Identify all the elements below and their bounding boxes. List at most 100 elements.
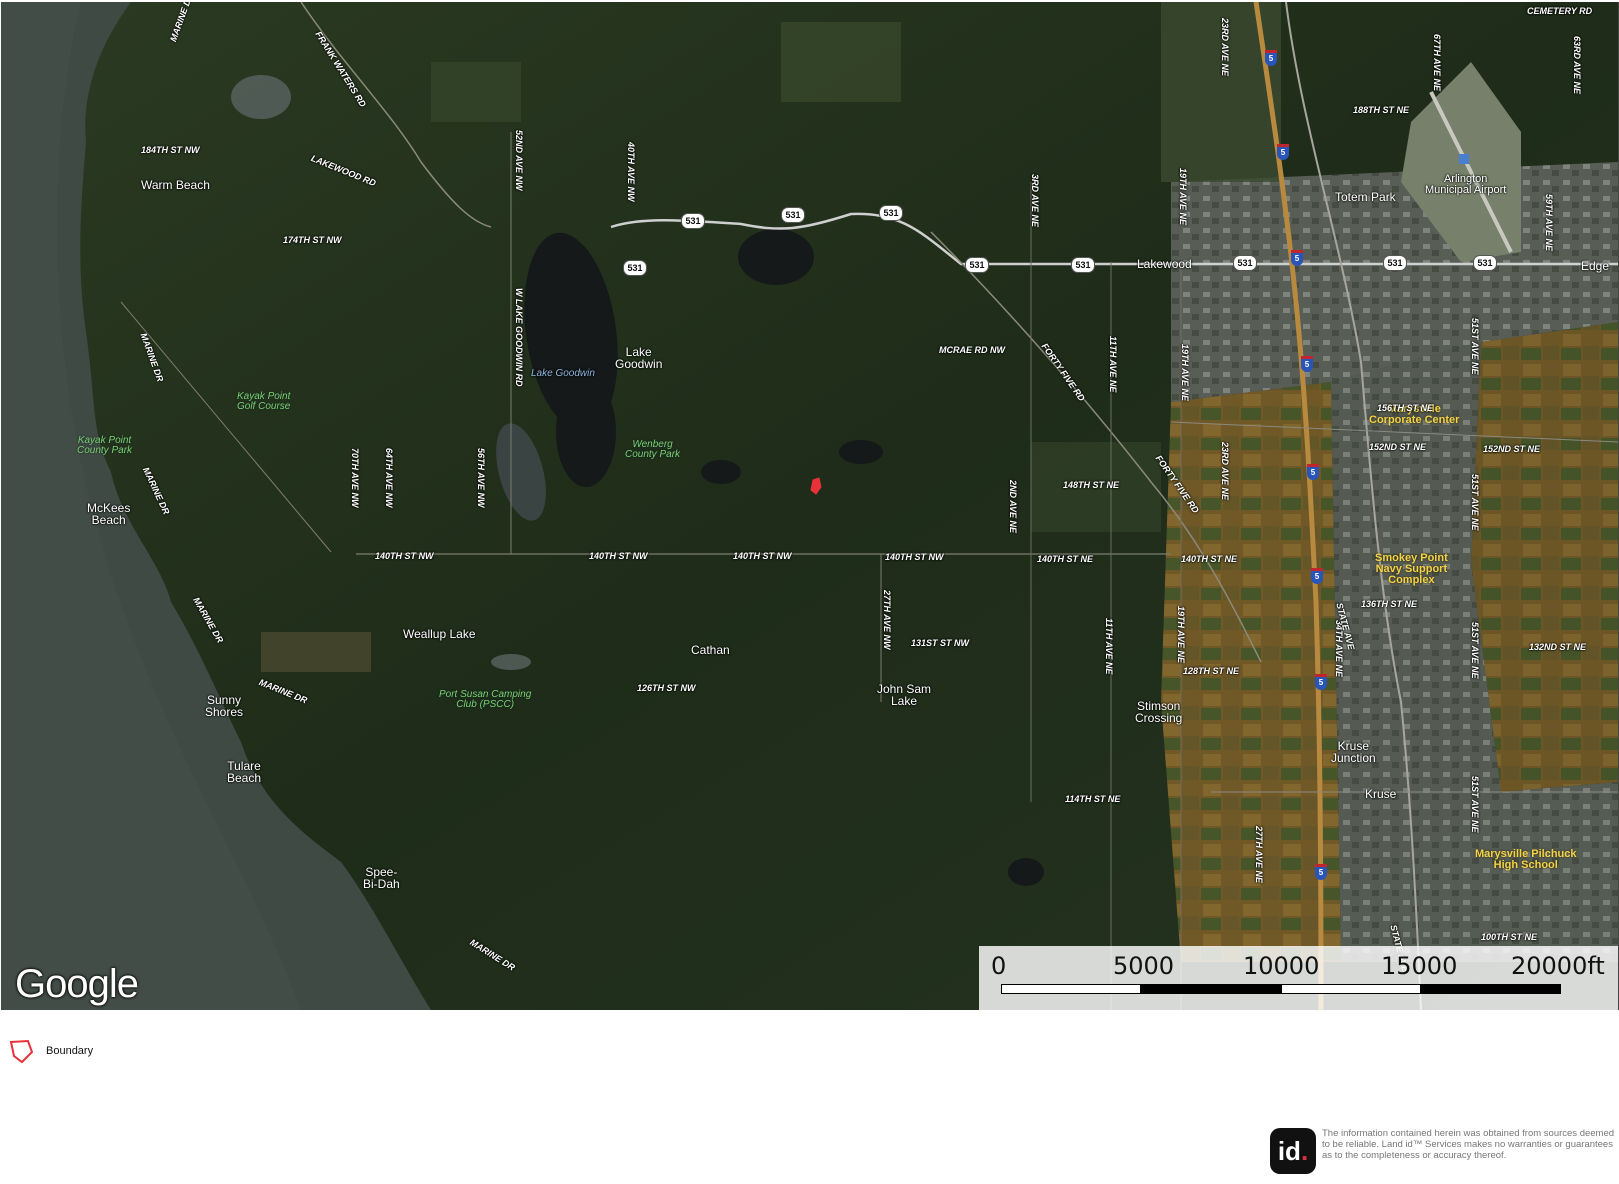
route-531-shield: 531 xyxy=(1383,255,1407,271)
interstate-5-shield: 5 xyxy=(1307,464,1319,480)
road-label: 100TH ST NE xyxy=(1481,932,1538,942)
road-label: 128TH ST NE xyxy=(1183,666,1240,676)
route-531-shield: 531 xyxy=(781,207,805,223)
map-imagery xyxy=(1,2,1618,1010)
poi-label: Marysville Pilchuck High School xyxy=(1475,848,1577,871)
road-label: 40TH AVE NW xyxy=(626,142,636,202)
road-label: 23RD AVE NE xyxy=(1220,18,1230,77)
scale-tick: 5000 xyxy=(1113,952,1175,980)
route-531-shield: 531 xyxy=(681,213,705,229)
road-label: 152ND ST NE xyxy=(1483,444,1541,454)
interstate-5-shield: 5 xyxy=(1265,50,1277,66)
park-label: Wenberg County Park xyxy=(625,439,681,460)
place-label: Kruse xyxy=(1365,787,1397,801)
scale-segment xyxy=(1421,984,1561,994)
place-label: John Sam Lake xyxy=(877,682,932,708)
road-label: 2ND AVE NE xyxy=(1008,480,1018,534)
place-label: Spee- Bi-Dah xyxy=(363,865,400,891)
road-label: W LAKE GOODWIN RD xyxy=(514,288,524,387)
legend-label: Boundary xyxy=(46,1045,94,1057)
scale-tick: 20000ft xyxy=(1511,952,1605,980)
land-id-logo: id. xyxy=(1270,1128,1316,1174)
road-label: 51ST AVE NE xyxy=(1470,318,1480,375)
route-531-shield: 531 xyxy=(1473,255,1497,271)
road-label: 131ST ST NW xyxy=(911,638,970,648)
scale-segment xyxy=(1001,984,1141,994)
road-label: 184TH ST NW xyxy=(141,145,200,155)
interstate-5-shield: 5 xyxy=(1291,250,1303,266)
place-label: Stimson Crossing xyxy=(1135,699,1183,725)
road-label: 19TH AVE NE xyxy=(1178,168,1188,226)
route-531-shield: 531 xyxy=(623,260,647,276)
scale-bar: 0 5000 10000 15000 20000ft xyxy=(979,946,1618,1010)
route-531-shield: 531 xyxy=(965,257,989,273)
road-label: 140TH ST NE xyxy=(1181,554,1238,564)
route-531-shield: 531 xyxy=(879,205,903,221)
road-label: 64TH AVE NW xyxy=(384,448,394,508)
road-label: 11TH AVE NE xyxy=(1104,618,1114,675)
place-label: Totem Park xyxy=(1335,190,1396,204)
place-label: Warm Beach xyxy=(141,178,210,192)
park-label: Kayak Point County Park xyxy=(77,435,133,456)
interstate-5-shield: 5 xyxy=(1301,356,1313,372)
road-label: 51ST AVE NE xyxy=(1470,776,1480,833)
scale-segment xyxy=(1141,984,1281,994)
road-label: 52ND AVE NW xyxy=(514,130,524,191)
google-logo: Google xyxy=(15,962,139,1006)
place-label: Tulare Beach xyxy=(227,759,262,785)
interstate-5-shield: 5 xyxy=(1315,674,1327,690)
scale-segment xyxy=(1281,984,1421,994)
satellite-map[interactable]: Warm Beach McKees Beach Lake Goodwin Wea… xyxy=(1,2,1619,1010)
scale-tick: 0 xyxy=(991,952,1007,980)
road-label: 140TH ST NE xyxy=(1037,554,1094,564)
place-label: Lake Goodwin xyxy=(615,345,663,371)
road-label: 152ND ST NE xyxy=(1369,442,1427,452)
road-label: MCRAE RD NW xyxy=(939,345,1005,355)
road-label: 70TH AVE NW xyxy=(350,448,360,508)
disclaimer-text: The information contained herein was obt… xyxy=(1322,1128,1615,1161)
disclaimer: id. The information contained herein was… xyxy=(1270,1128,1615,1180)
scale-tick: 10000 xyxy=(1243,952,1320,980)
place-label: McKees Beach xyxy=(87,501,131,527)
road-label: 19TH AVE NE xyxy=(1180,344,1190,402)
interstate-5-shield: 5 xyxy=(1311,568,1323,584)
road-label: 51ST AVE NE xyxy=(1470,622,1480,679)
road-label: 67TH AVE NE xyxy=(1432,34,1442,92)
water-label: Lake Goodwin xyxy=(531,368,595,379)
place-label: Edge xyxy=(1581,259,1610,273)
road-label: 3RD AVE NE xyxy=(1030,174,1040,228)
scale-tick: 15000 xyxy=(1381,952,1458,980)
route-531-shield: 531 xyxy=(1071,257,1095,273)
road-label: 114TH ST NE xyxy=(1065,794,1121,804)
interstate-5-shield: 5 xyxy=(1315,864,1327,880)
road-label: 136TH ST NE xyxy=(1361,599,1418,609)
road-label: 63RD AVE NE xyxy=(1572,36,1582,95)
road-label: 156TH ST NE xyxy=(1377,403,1434,413)
place-label: Lakewood xyxy=(1137,257,1192,271)
route-531-shield: 531 xyxy=(1233,255,1257,271)
road-label: 132ND ST NE xyxy=(1529,642,1587,652)
park-label: Kayak Point Golf Course xyxy=(237,391,291,412)
road-label: CEMETERY RD xyxy=(1527,6,1593,16)
road-label: 140TH ST NW xyxy=(885,552,944,562)
road-label: 19TH AVE NE xyxy=(1176,606,1186,664)
poi-label: Smokey Point Navy Support Complex xyxy=(1375,552,1448,586)
road-label: 56TH AVE NW xyxy=(476,448,486,508)
road-label: 140TH ST NW xyxy=(375,551,434,561)
place-label: Sunny Shores xyxy=(205,693,244,719)
place-label: Arlington Municipal Airport xyxy=(1425,173,1507,196)
road-label: 174TH ST NW xyxy=(283,235,342,245)
road-label: 148TH ST NE xyxy=(1063,480,1120,490)
road-label: 59TH AVE NE xyxy=(1544,194,1554,252)
road-label: 140TH ST NW xyxy=(589,551,648,561)
place-label: Cathan xyxy=(691,643,730,657)
road-label: 126TH ST NW xyxy=(637,683,696,693)
interstate-5-shield: 5 xyxy=(1277,144,1289,160)
park-label: Port Susan Camping Club (PSCC) xyxy=(439,689,532,710)
road-label: 11TH AVE NE xyxy=(1108,336,1118,393)
road-label: 188TH ST NE xyxy=(1353,105,1410,115)
road-label: 51ST AVE NE xyxy=(1470,474,1480,531)
place-label: Weallup Lake xyxy=(403,627,476,641)
road-label: 27TH AVE NE xyxy=(1254,826,1264,884)
road-label: 140TH ST NW xyxy=(733,551,792,561)
